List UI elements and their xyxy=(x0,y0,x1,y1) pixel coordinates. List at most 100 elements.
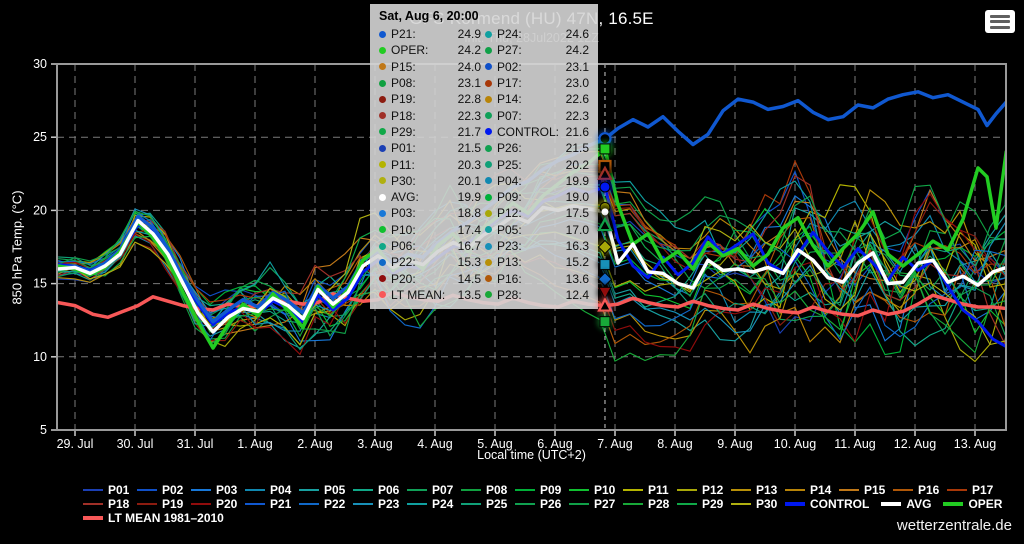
legend-swatch xyxy=(731,489,751,491)
x-axis-label: Local time (UTC+2) xyxy=(57,448,1006,462)
series-value: 15.3 xyxy=(458,255,481,269)
series-color-dot xyxy=(379,96,386,103)
legend-item-P10: P10 xyxy=(569,483,623,497)
series-value: 15.2 xyxy=(566,255,589,269)
tooltip-entry-P16: P16:13.6 xyxy=(485,270,589,286)
legend-label: P20 xyxy=(216,497,237,511)
tooltip-entry-P27: P27:24.2 xyxy=(485,42,589,58)
legend-label: AVG xyxy=(906,497,931,511)
series-value: 21.6 xyxy=(566,125,589,139)
legend-item-LTMEAN: LT MEAN 1981–2010 xyxy=(83,511,236,525)
series-color-dot xyxy=(379,259,386,266)
series-color-dot xyxy=(485,80,492,87)
tooltip-entry-P10: P10: 17.4 xyxy=(379,222,481,238)
legend-label: P11 xyxy=(648,483,669,497)
y-tick-label: 10 xyxy=(33,350,47,364)
series-value: 17.0 xyxy=(566,223,589,237)
series-value: 17.5 xyxy=(566,206,589,220)
legend-label: P19 xyxy=(162,497,183,511)
series-value: 13.6 xyxy=(566,272,589,286)
legend-row-1: P01P02P03P04P05P06P07P08P09P10P11P12P13P… xyxy=(83,483,1018,497)
tooltip-entry-P18: P18: 22.3 xyxy=(379,107,481,123)
legend-label: P16 xyxy=(918,483,939,497)
legend-item-P27: P27 xyxy=(569,497,623,511)
legend-swatch xyxy=(353,503,373,505)
legend-label: P24 xyxy=(432,497,453,511)
series-color-dot xyxy=(485,275,492,282)
legend-swatch xyxy=(461,489,481,491)
legend-swatch xyxy=(569,489,589,491)
series-name: P12: xyxy=(497,206,522,220)
legend-swatch xyxy=(623,503,643,505)
y-tick-label: 25 xyxy=(33,130,47,144)
series-name: P02: xyxy=(497,60,522,74)
legend-item-P29: P29 xyxy=(677,497,731,511)
series-name: P26: xyxy=(497,141,522,155)
tooltip-entry-P01: P01:21.5 xyxy=(379,140,481,156)
series-name: OPER: xyxy=(391,43,428,57)
tooltip-entry-LT-MEAN: LT MEAN:13.5 xyxy=(379,287,481,303)
series-name: CONTROL: xyxy=(497,125,559,139)
legend-label: P07 xyxy=(432,483,453,497)
legend-label: P26 xyxy=(540,497,561,511)
series-color-dot xyxy=(485,226,492,233)
series-value: 20.3 xyxy=(458,158,481,172)
series-value: 20.1 xyxy=(458,174,481,188)
legend-swatch xyxy=(137,503,157,505)
series-name: P18: xyxy=(391,109,416,123)
legend-label: P10 xyxy=(594,483,615,497)
series-value: 19.0 xyxy=(566,190,589,204)
tooltip-value-grid: P21:24.9P24:24.6OPER:24.2P27:24.2P15:24.… xyxy=(379,26,589,303)
legend-item-P28: P28 xyxy=(623,497,677,511)
legend-label: P21 xyxy=(270,497,291,511)
legend-label: P02 xyxy=(162,483,183,497)
legend-item-P03: P03 xyxy=(191,483,245,497)
series-color-dot xyxy=(485,291,492,298)
series-value: 22.3 xyxy=(458,109,481,123)
series-name: P21: xyxy=(391,27,416,41)
legend-label: P27 xyxy=(594,497,615,511)
legend-item-P11: P11 xyxy=(623,483,677,497)
series-name: P04: xyxy=(497,174,522,188)
series-color-dot xyxy=(379,31,386,38)
legend-label: P23 xyxy=(378,497,399,511)
legend-label: OPER xyxy=(968,497,1002,511)
series-color-dot xyxy=(485,128,492,135)
legend-item-P21: P21 xyxy=(245,497,299,511)
tooltip-entry-P29: P29:21.7 xyxy=(379,124,481,140)
legend-item-P24: P24 xyxy=(407,497,461,511)
legend-swatch xyxy=(515,503,535,505)
series-name: P08: xyxy=(391,76,416,90)
legend-swatch xyxy=(299,489,319,491)
legend-row-3: LT MEAN 1981–2010 xyxy=(83,511,1018,525)
series-value: 21.7 xyxy=(458,125,481,139)
legend-item-P07: P07 xyxy=(407,483,461,497)
series-name: P05: xyxy=(497,223,522,237)
series-name: P11: xyxy=(391,158,415,172)
hamburger-menu-icon[interactable] xyxy=(985,10,1015,33)
series-name: P10: xyxy=(391,223,416,237)
legend-label: P09 xyxy=(540,483,561,497)
legend-item-P13: P13 xyxy=(731,483,785,497)
series-value: 22.8 xyxy=(458,92,481,106)
tooltip-entry-P12: P12: 17.5 xyxy=(485,205,589,221)
legend-item-P15: P15 xyxy=(839,483,893,497)
legend-swatch xyxy=(299,503,319,505)
legend-item-P08: P08 xyxy=(461,483,515,497)
series-color-dot xyxy=(485,177,492,184)
ensemble-chart-page: 5101520253029. Jul30. Jul31. Jul1. Aug2.… xyxy=(0,0,1024,544)
series-color-dot xyxy=(379,243,386,250)
legend-swatch xyxy=(137,489,157,491)
series-name: P28: xyxy=(497,288,522,302)
legend-item-P19: P19 xyxy=(137,497,191,511)
tooltip-entry-P26: P26:21.5 xyxy=(485,140,589,156)
legend-item-P02: P02 xyxy=(137,483,191,497)
legend-item-P22: P22 xyxy=(299,497,353,511)
hover-tooltip: Sat, Aug 6, 20:00 P21:24.9P24:24.6OPER:2… xyxy=(370,4,598,309)
tooltip-entry-P08: P08:23.1 xyxy=(379,75,481,91)
series-color-dot xyxy=(485,145,492,152)
legend-swatch xyxy=(83,503,103,505)
tooltip-entry-P03: P03:18.8 xyxy=(379,205,481,221)
series-value: 17.4 xyxy=(458,223,481,237)
tooltip-entry-P17: P17:23.0 xyxy=(485,75,589,91)
